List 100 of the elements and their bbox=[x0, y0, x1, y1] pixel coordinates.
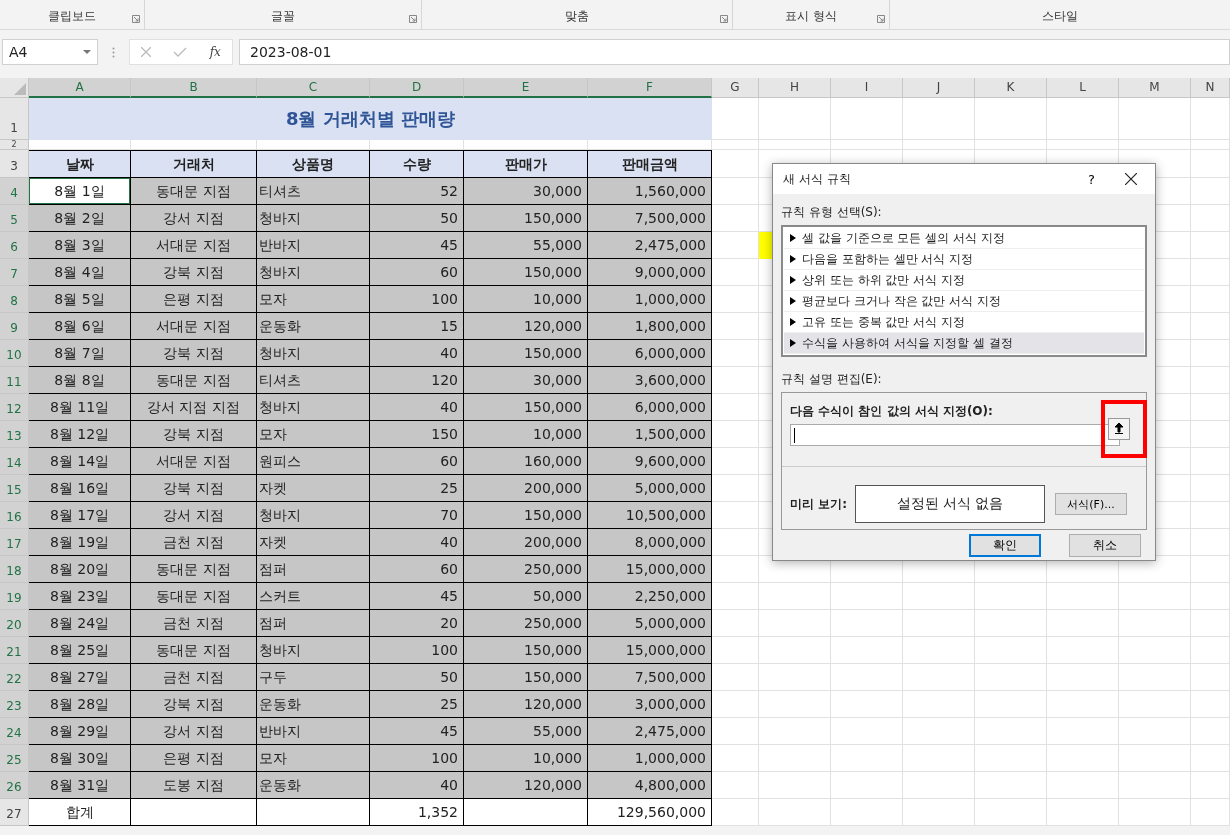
table-cell: 1,500,000 bbox=[588, 421, 712, 448]
formula-input-field[interactable] bbox=[790, 424, 1120, 446]
table-cell: 운동화 bbox=[257, 313, 370, 340]
column-header[interactable]: L bbox=[1047, 78, 1119, 98]
row-header[interactable]: 22 bbox=[0, 664, 29, 691]
table-cell: 5,000,000 bbox=[588, 610, 712, 637]
table-cell: 60 bbox=[370, 259, 464, 286]
row-header[interactable]: 8 bbox=[0, 286, 29, 313]
table-cell: 운동화 bbox=[257, 772, 370, 799]
table-cell: 8월 24일 bbox=[29, 610, 131, 637]
rule-type-item[interactable]: 상위 또는 하위 값만 서식 지정 bbox=[784, 270, 1144, 291]
more-icon[interactable] bbox=[112, 46, 115, 58]
table-cell: 8월 11일 bbox=[29, 394, 131, 421]
table-cell: 8월 8일 bbox=[29, 367, 131, 394]
row-header[interactable]: 27 bbox=[0, 799, 29, 826]
row-header[interactable]: 3 bbox=[0, 150, 29, 178]
row-header[interactable]: 19 bbox=[0, 583, 29, 610]
triangle-icon bbox=[790, 234, 796, 242]
table-cell: 강북 지점 bbox=[131, 475, 257, 502]
row-header[interactable]: 16 bbox=[0, 502, 29, 529]
row-header[interactable]: 12 bbox=[0, 394, 29, 421]
dialog-launcher-icon[interactable] bbox=[132, 15, 140, 23]
dialog-launcher-icon[interactable] bbox=[720, 15, 728, 23]
rule-type-item[interactable]: 수식을 사용하여 서식을 지정할 셀 결정 bbox=[784, 333, 1144, 354]
column-header[interactable]: K bbox=[975, 78, 1047, 98]
column-header[interactable]: F bbox=[588, 78, 712, 98]
ok-button[interactable]: 확인 bbox=[969, 534, 1041, 557]
rule-type-item[interactable]: 다음을 포함하는 셀만 서식 지정 bbox=[784, 249, 1144, 270]
table-cell: 8월 6일 bbox=[29, 313, 131, 340]
table-cell: 2,475,000 bbox=[588, 232, 712, 259]
table-cell: 8월 3일 bbox=[29, 232, 131, 259]
ribbon-group-label: 맞춤 bbox=[565, 8, 589, 25]
table-cell: 점퍼 bbox=[257, 556, 370, 583]
column-header[interactable]: I bbox=[831, 78, 903, 98]
table-cell: 스커트 bbox=[257, 583, 370, 610]
rule-type-item[interactable]: 평균보다 크거나 작은 값만 서식 지정 bbox=[784, 291, 1144, 312]
row-header[interactable]: 14 bbox=[0, 448, 29, 475]
collapse-dialog-button[interactable] bbox=[1108, 418, 1130, 440]
row-header[interactable]: 9 bbox=[0, 313, 29, 340]
table-cell: 8월 2일 bbox=[29, 205, 131, 232]
dialog-title: 새 서식 규칙 bbox=[783, 170, 852, 188]
column-header[interactable]: B bbox=[131, 78, 257, 98]
row-header[interactable]: 4 bbox=[0, 178, 29, 205]
row-header[interactable]: 25 bbox=[0, 745, 29, 772]
row-header[interactable]: 17 bbox=[0, 529, 29, 556]
row-header[interactable]: 15 bbox=[0, 475, 29, 502]
table-cell: 4,800,000 bbox=[588, 772, 712, 799]
row-header[interactable]: 21 bbox=[0, 637, 29, 664]
table-cell: 1,560,000 bbox=[588, 178, 712, 205]
row-header[interactable]: 1 bbox=[0, 98, 29, 140]
table-cell: 서대문 지점 bbox=[131, 232, 257, 259]
row-header[interactable]: 23 bbox=[0, 691, 29, 718]
rule-type-item[interactable]: 셀 값을 기준으로 모든 셀의 서식 지정 bbox=[784, 228, 1144, 249]
row-header[interactable]: 6 bbox=[0, 232, 29, 259]
row-header[interactable]: 24 bbox=[0, 718, 29, 745]
help-button[interactable]: ? bbox=[1084, 171, 1099, 187]
column-header[interactable]: N bbox=[1191, 78, 1230, 98]
formula-field[interactable]: 2023-08-01 bbox=[239, 39, 1230, 65]
check-icon[interactable] bbox=[173, 47, 188, 57]
table-cell: 9,600,000 bbox=[588, 448, 712, 475]
column-header[interactable]: M bbox=[1119, 78, 1191, 98]
column-header[interactable]: J bbox=[903, 78, 975, 98]
table-cell: 반바지 bbox=[257, 718, 370, 745]
row-header[interactable]: 20 bbox=[0, 610, 29, 637]
row-header[interactable]: 10 bbox=[0, 340, 29, 367]
table-cell: 청바지 bbox=[257, 502, 370, 529]
cancel-button[interactable]: 취소 bbox=[1069, 534, 1141, 557]
table-cell: 자켓 bbox=[257, 475, 370, 502]
table-cell: 8월 12일 bbox=[29, 421, 131, 448]
column-header[interactable]: H bbox=[759, 78, 831, 98]
name-box[interactable]: A4 bbox=[2, 39, 98, 65]
row-header[interactable]: 2 bbox=[0, 140, 29, 150]
row-header[interactable]: 26 bbox=[0, 772, 29, 799]
table-cell: 8월 1일 bbox=[29, 178, 131, 205]
row-header[interactable]: 13 bbox=[0, 421, 29, 448]
table-cell: 청바지 bbox=[257, 637, 370, 664]
row-header[interactable]: 11 bbox=[0, 367, 29, 394]
column-header[interactable]: G bbox=[712, 78, 759, 98]
dialog-launcher-icon[interactable] bbox=[409, 15, 417, 23]
column-header[interactable]: A bbox=[29, 78, 131, 98]
table-cell: 강서 지점 bbox=[131, 205, 257, 232]
table-cell: 45 bbox=[370, 718, 464, 745]
column-header[interactable]: E bbox=[464, 78, 588, 98]
insert-function-button[interactable]: fx bbox=[209, 45, 221, 59]
column-header[interactable]: C bbox=[257, 78, 370, 98]
table-cell: 52 bbox=[370, 178, 464, 205]
row-header[interactable]: 18 bbox=[0, 556, 29, 583]
table-cell: 25 bbox=[370, 475, 464, 502]
cancel-icon[interactable] bbox=[141, 47, 152, 57]
row-header[interactable]: 5 bbox=[0, 205, 29, 232]
table-cell: 5,000,000 bbox=[588, 475, 712, 502]
close-icon[interactable] bbox=[1125, 173, 1137, 185]
column-heading: 수량 bbox=[370, 150, 464, 178]
dialog-launcher-icon[interactable] bbox=[877, 15, 885, 23]
column-heading: 판매금액 bbox=[588, 150, 712, 178]
table-cell: 60 bbox=[370, 556, 464, 583]
row-header[interactable]: 7 bbox=[0, 259, 29, 286]
format-button[interactable]: 서식(F)... bbox=[1055, 493, 1127, 515]
column-header[interactable]: D bbox=[370, 78, 464, 98]
table-cell: 모자 bbox=[257, 745, 370, 772]
